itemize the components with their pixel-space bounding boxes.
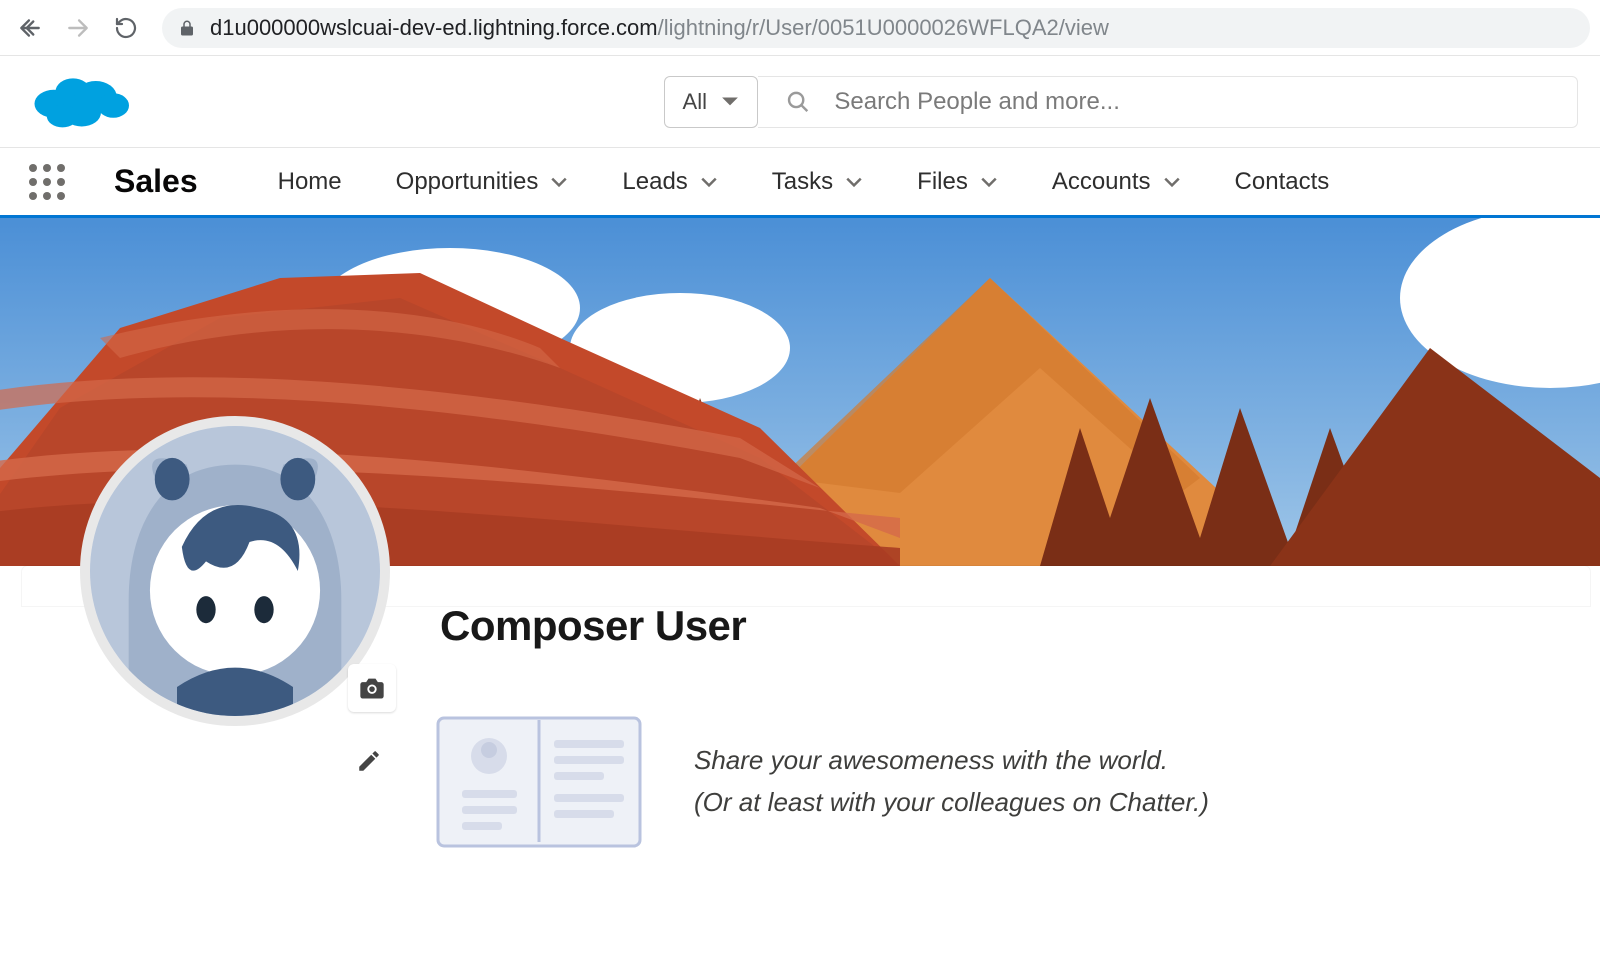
chevron-down-icon[interactable] xyxy=(845,176,863,188)
reload-button[interactable] xyxy=(106,8,146,48)
app-name: Sales xyxy=(114,163,198,200)
back-button[interactable] xyxy=(10,8,50,48)
nav-item-accounts[interactable]: Accounts xyxy=(1052,168,1181,196)
nav-label: Accounts xyxy=(1052,168,1151,196)
app-nav-bar: Sales Home Opportunities Leads Tasks Fil… xyxy=(0,148,1600,218)
nav-item-leads[interactable]: Leads xyxy=(622,168,717,196)
chevron-down-icon[interactable] xyxy=(700,176,718,188)
global-header: All xyxy=(0,56,1600,148)
nav-item-opportunities[interactable]: Opportunities xyxy=(396,168,569,196)
search-scope-label: All xyxy=(683,89,707,115)
nav-item-home[interactable]: Home xyxy=(278,168,342,196)
edit-profile-button[interactable] xyxy=(348,740,390,782)
nav-label: Home xyxy=(278,168,342,196)
caret-down-icon xyxy=(721,95,739,109)
avatar[interactable] xyxy=(80,416,390,726)
chevron-down-icon[interactable] xyxy=(1163,176,1181,188)
chevron-down-icon[interactable] xyxy=(550,176,568,188)
app-launcher-icon[interactable] xyxy=(26,161,68,203)
profile-card: Composer User Share your awesomeness wit… xyxy=(22,566,1590,606)
pencil-icon xyxy=(356,748,382,774)
about-tagline: Share your awesomeness with the world. (… xyxy=(694,740,1209,823)
nav-label: Contacts xyxy=(1235,168,1330,196)
salesforce-logo[interactable] xyxy=(26,67,134,137)
change-photo-button[interactable] xyxy=(348,664,396,712)
search-scope-dropdown[interactable]: All xyxy=(664,76,758,128)
search-icon xyxy=(786,89,810,115)
nav-items: Home Opportunities Leads Tasks Files Acc… xyxy=(278,168,1330,196)
url-text: d1u000000wslcuai-dev-ed.lightning.force.… xyxy=(210,15,1109,41)
url-host: d1u000000wslcuai-dev-ed.lightning.force.… xyxy=(210,15,658,40)
global-search[interactable] xyxy=(758,76,1578,128)
chevron-down-icon[interactable] xyxy=(980,176,998,188)
nav-label: Files xyxy=(917,168,968,196)
nav-item-files[interactable]: Files xyxy=(917,168,998,196)
nav-label: Tasks xyxy=(772,168,833,196)
nav-item-contacts[interactable]: Contacts xyxy=(1235,168,1330,196)
browser-toolbar: d1u000000wslcuai-dev-ed.lightning.force.… xyxy=(0,0,1600,56)
search-input[interactable] xyxy=(834,88,1549,116)
nav-item-tasks[interactable]: Tasks xyxy=(772,168,863,196)
lock-icon xyxy=(178,18,196,38)
tagline-line-2: (Or at least with your colleagues on Cha… xyxy=(694,782,1209,824)
tagline-line-1: Share your awesomeness with the world. xyxy=(694,740,1209,782)
address-bar[interactable]: d1u000000wslcuai-dev-ed.lightning.force.… xyxy=(162,8,1590,48)
camera-icon xyxy=(358,676,386,700)
about-placeholder: Share your awesomeness with the world. (… xyxy=(434,712,1209,852)
nav-label: Opportunities xyxy=(396,168,539,196)
url-path: /lightning/r/User/0051U0000026WFLQA2/vie… xyxy=(658,15,1109,40)
forward-button[interactable] xyxy=(58,8,98,48)
nav-label: Leads xyxy=(622,168,687,196)
profile-name: Composer User xyxy=(440,602,746,650)
book-icon xyxy=(434,712,644,852)
